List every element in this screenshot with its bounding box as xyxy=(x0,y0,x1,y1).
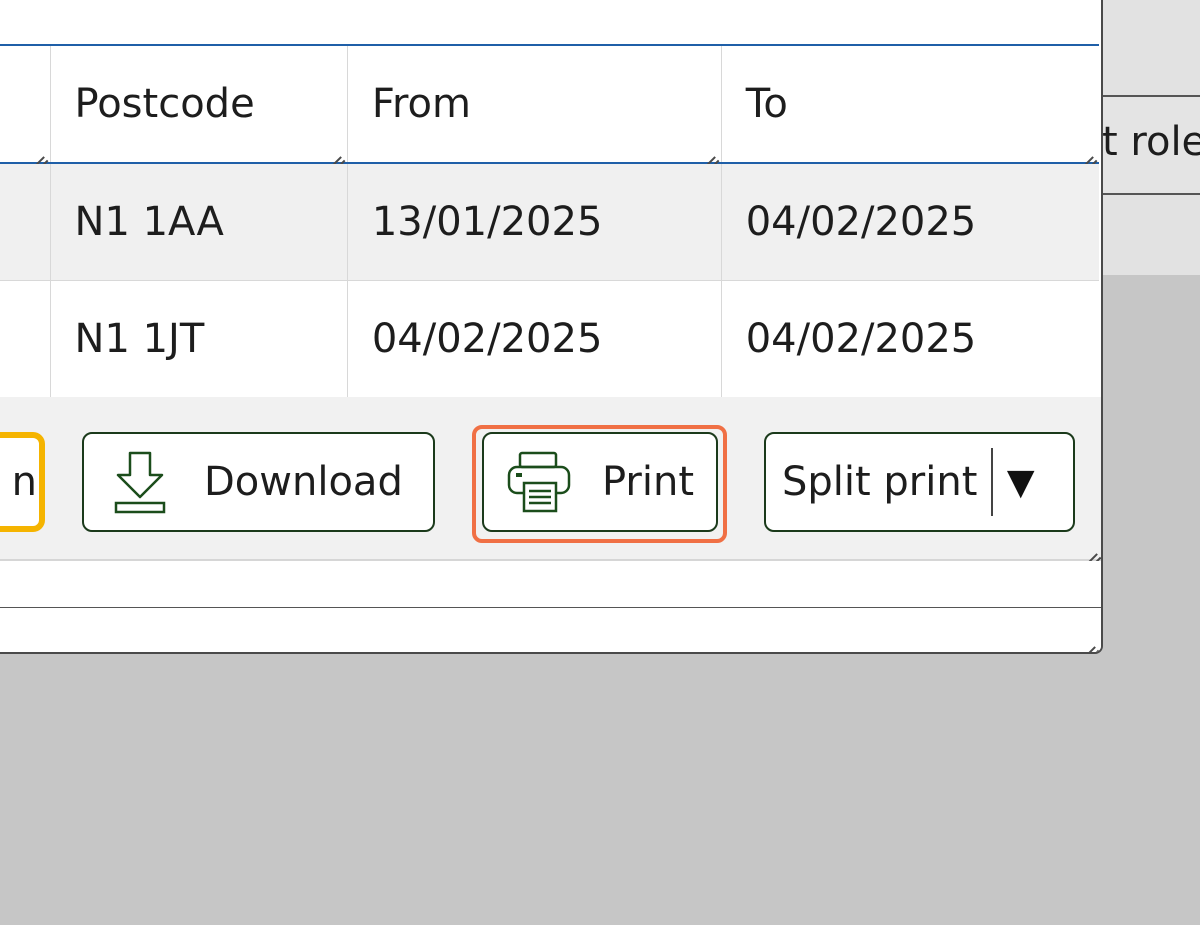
dialog-top-strip xyxy=(0,0,1101,44)
partial-action-label: n xyxy=(11,459,37,505)
cell-postcode: N1 1AA xyxy=(49,163,348,281)
cell-to: 04/02/2025 xyxy=(720,163,1099,281)
table-row[interactable]: N1 1JT 04/02/2025 04/02/2025 xyxy=(0,280,1099,398)
column-resize-handle[interactable] xyxy=(327,144,341,158)
table-cell-hidden xyxy=(0,163,51,281)
table-cell-hidden xyxy=(0,280,51,398)
table-header-row: Postcode From To xyxy=(0,44,1099,164)
column-header-label: To xyxy=(745,81,788,127)
split-print-label: Split print xyxy=(782,459,978,505)
background-column-header: t role xyxy=(1100,95,1200,195)
cell-from: 13/01/2025 xyxy=(346,163,722,281)
download-label: Download xyxy=(204,459,403,505)
column-header-label: Postcode xyxy=(74,81,255,127)
column-resize-handle[interactable] xyxy=(1079,144,1093,158)
dialog-resize-handle[interactable] xyxy=(1081,634,1095,648)
dialog-footer-strip xyxy=(0,561,1101,608)
dialog-bottom-area xyxy=(0,608,1101,652)
partial-action-button[interactable]: n xyxy=(0,432,45,532)
column-header-label: From xyxy=(371,81,471,127)
print-button-focus-ring xyxy=(472,425,727,543)
results-table: Postcode From To N1 1AA 13/01/2025 04/02… xyxy=(0,44,1099,398)
column-header-from[interactable]: From xyxy=(346,44,722,164)
column-resize-handle[interactable] xyxy=(701,144,715,158)
column-header-postcode[interactable]: Postcode xyxy=(49,44,348,164)
toolbar-resize-handle[interactable] xyxy=(1083,541,1097,555)
column-resize-handle[interactable] xyxy=(30,144,44,158)
download-icon xyxy=(112,449,168,515)
dropdown-caret-icon[interactable]: ▼ xyxy=(1007,462,1035,503)
download-button[interactable]: Download xyxy=(82,432,435,532)
results-dialog: Postcode From To N1 1AA 13/01/2025 04/02… xyxy=(0,0,1103,654)
table-row[interactable]: N1 1AA 13/01/2025 04/02/2025 xyxy=(0,163,1099,281)
split-print-button[interactable]: Split print ▼ xyxy=(764,432,1075,532)
cell-from: 04/02/2025 xyxy=(346,280,722,398)
background-column-header-label: t role xyxy=(1102,119,1200,165)
cell-postcode: N1 1JT xyxy=(49,280,348,398)
split-button-divider xyxy=(991,448,993,516)
column-header-hidden[interactable] xyxy=(0,44,51,164)
column-header-to[interactable]: To xyxy=(720,44,1099,164)
cell-to: 04/02/2025 xyxy=(720,280,1099,398)
